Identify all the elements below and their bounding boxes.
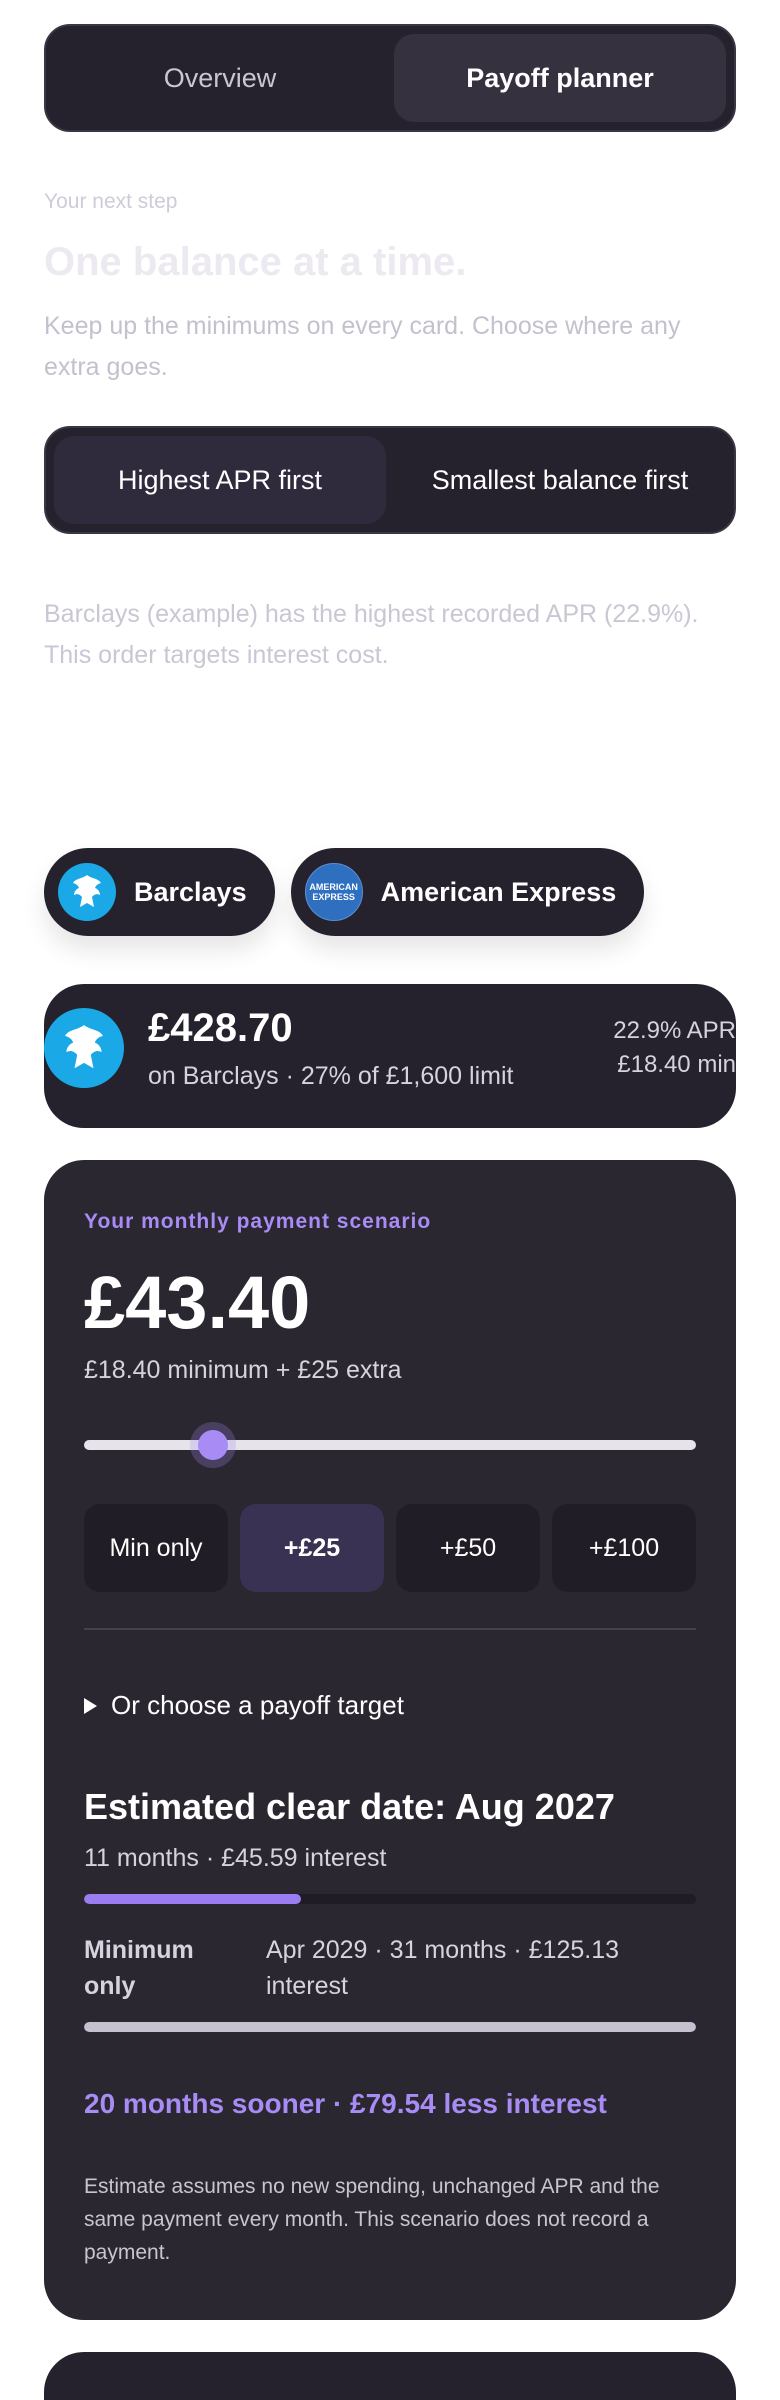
divider bbox=[84, 1628, 696, 1630]
scenario-amount: £43.40 bbox=[84, 1261, 311, 1344]
apr-value: 22.9% APR bbox=[613, 1017, 736, 1044]
payment-slider-track[interactable] bbox=[84, 1440, 696, 1450]
view-tabs: Overview Payoff planner bbox=[44, 24, 736, 132]
savings-summary: 20 months sooner · £79.54 less interest bbox=[84, 2088, 607, 2119]
balance-subtitle: on Barclays · 27% of £1,600 limit bbox=[148, 1062, 514, 1090]
card-chip-barclays[interactable]: Barclays bbox=[44, 848, 275, 936]
card-chip-amex[interactable]: AMERICAN EXPRESS American Express bbox=[290, 848, 645, 936]
card-chip-label: American Express bbox=[380, 876, 617, 907]
payoff-target-toggle[interactable]: Or choose a payoff target bbox=[84, 1690, 404, 1721]
preset-plus-50[interactable]: +£50 bbox=[396, 1504, 540, 1592]
minimum-progress-fill bbox=[84, 2022, 696, 2032]
strategy-note: Barclays (example) has the highest recor… bbox=[44, 600, 699, 669]
page-title: One balance at a time. bbox=[44, 240, 467, 284]
tab-overview[interactable]: Overview bbox=[54, 34, 386, 122]
disclosure-triangle-icon bbox=[84, 1697, 97, 1714]
minimum-only-detail: Apr 2029 · 31 months · £125.13 interest bbox=[266, 1936, 620, 2000]
balance-card: £428.70 on Barclays · 27% of £1,600 limi… bbox=[44, 984, 736, 1128]
extra-payment-presets: Min only +£25 +£50 +£100 bbox=[84, 1504, 696, 1592]
preset-plus-25[interactable]: +£25 bbox=[240, 1504, 384, 1592]
payment-slider-thumb[interactable] bbox=[197, 1430, 228, 1460]
balance-rates: 22.9% APR £18.40 min bbox=[613, 1014, 736, 1082]
next-card bbox=[44, 2352, 736, 2400]
scenario-label: Your monthly payment scenario bbox=[84, 1210, 432, 1233]
scenario-progress-fill bbox=[84, 1894, 302, 1904]
next-step-eyebrow: Your next step bbox=[44, 190, 178, 213]
strategy-highest-apr[interactable]: Highest APR first bbox=[54, 436, 386, 524]
clear-date-heading: Estimated clear date: Aug 2027 bbox=[84, 1786, 615, 1827]
card-chips: Barclays AMERICAN EXPRESS American Expre… bbox=[44, 848, 645, 936]
intro-text: Keep up the minimums on every card. Choo… bbox=[44, 312, 681, 381]
estimate-disclaimer: Estimate assumes no new spending, unchan… bbox=[84, 2175, 660, 2264]
minimum-value: £18.40 min bbox=[617, 1051, 736, 1078]
strategy-smallest-balance[interactable]: Smallest balance first bbox=[394, 436, 726, 524]
card-chip-label: Barclays bbox=[134, 876, 247, 907]
strategy-toggle: Highest APR first Smallest balance first bbox=[44, 426, 736, 534]
amex-logo-icon: AMERICAN EXPRESS bbox=[304, 863, 363, 921]
preset-plus-100[interactable]: +£100 bbox=[552, 1504, 696, 1592]
minimum-progress-bar bbox=[84, 2022, 696, 2032]
scenario-progress-bar bbox=[84, 1894, 696, 1904]
tab-payoff-planner[interactable]: Payoff planner bbox=[394, 34, 726, 122]
payment-scenario-card: Your monthly payment scenario £43.40 £18… bbox=[44, 1160, 736, 2320]
payoff-planner-page: Overview Payoff planner Your next step O… bbox=[0, 0, 780, 2400]
barclays-eagle-icon bbox=[44, 1008, 124, 1088]
preset-min-only[interactable]: Min only bbox=[84, 1504, 228, 1592]
balance-amount: £428.70 bbox=[148, 1006, 293, 1050]
scenario-split: £18.40 minimum + £25 extra bbox=[84, 1356, 402, 1384]
clear-date-meta: 11 months · £45.59 interest bbox=[84, 1844, 387, 1872]
barclays-eagle-icon bbox=[58, 863, 116, 921]
minimum-only-label: Minimum only bbox=[84, 1936, 194, 2000]
